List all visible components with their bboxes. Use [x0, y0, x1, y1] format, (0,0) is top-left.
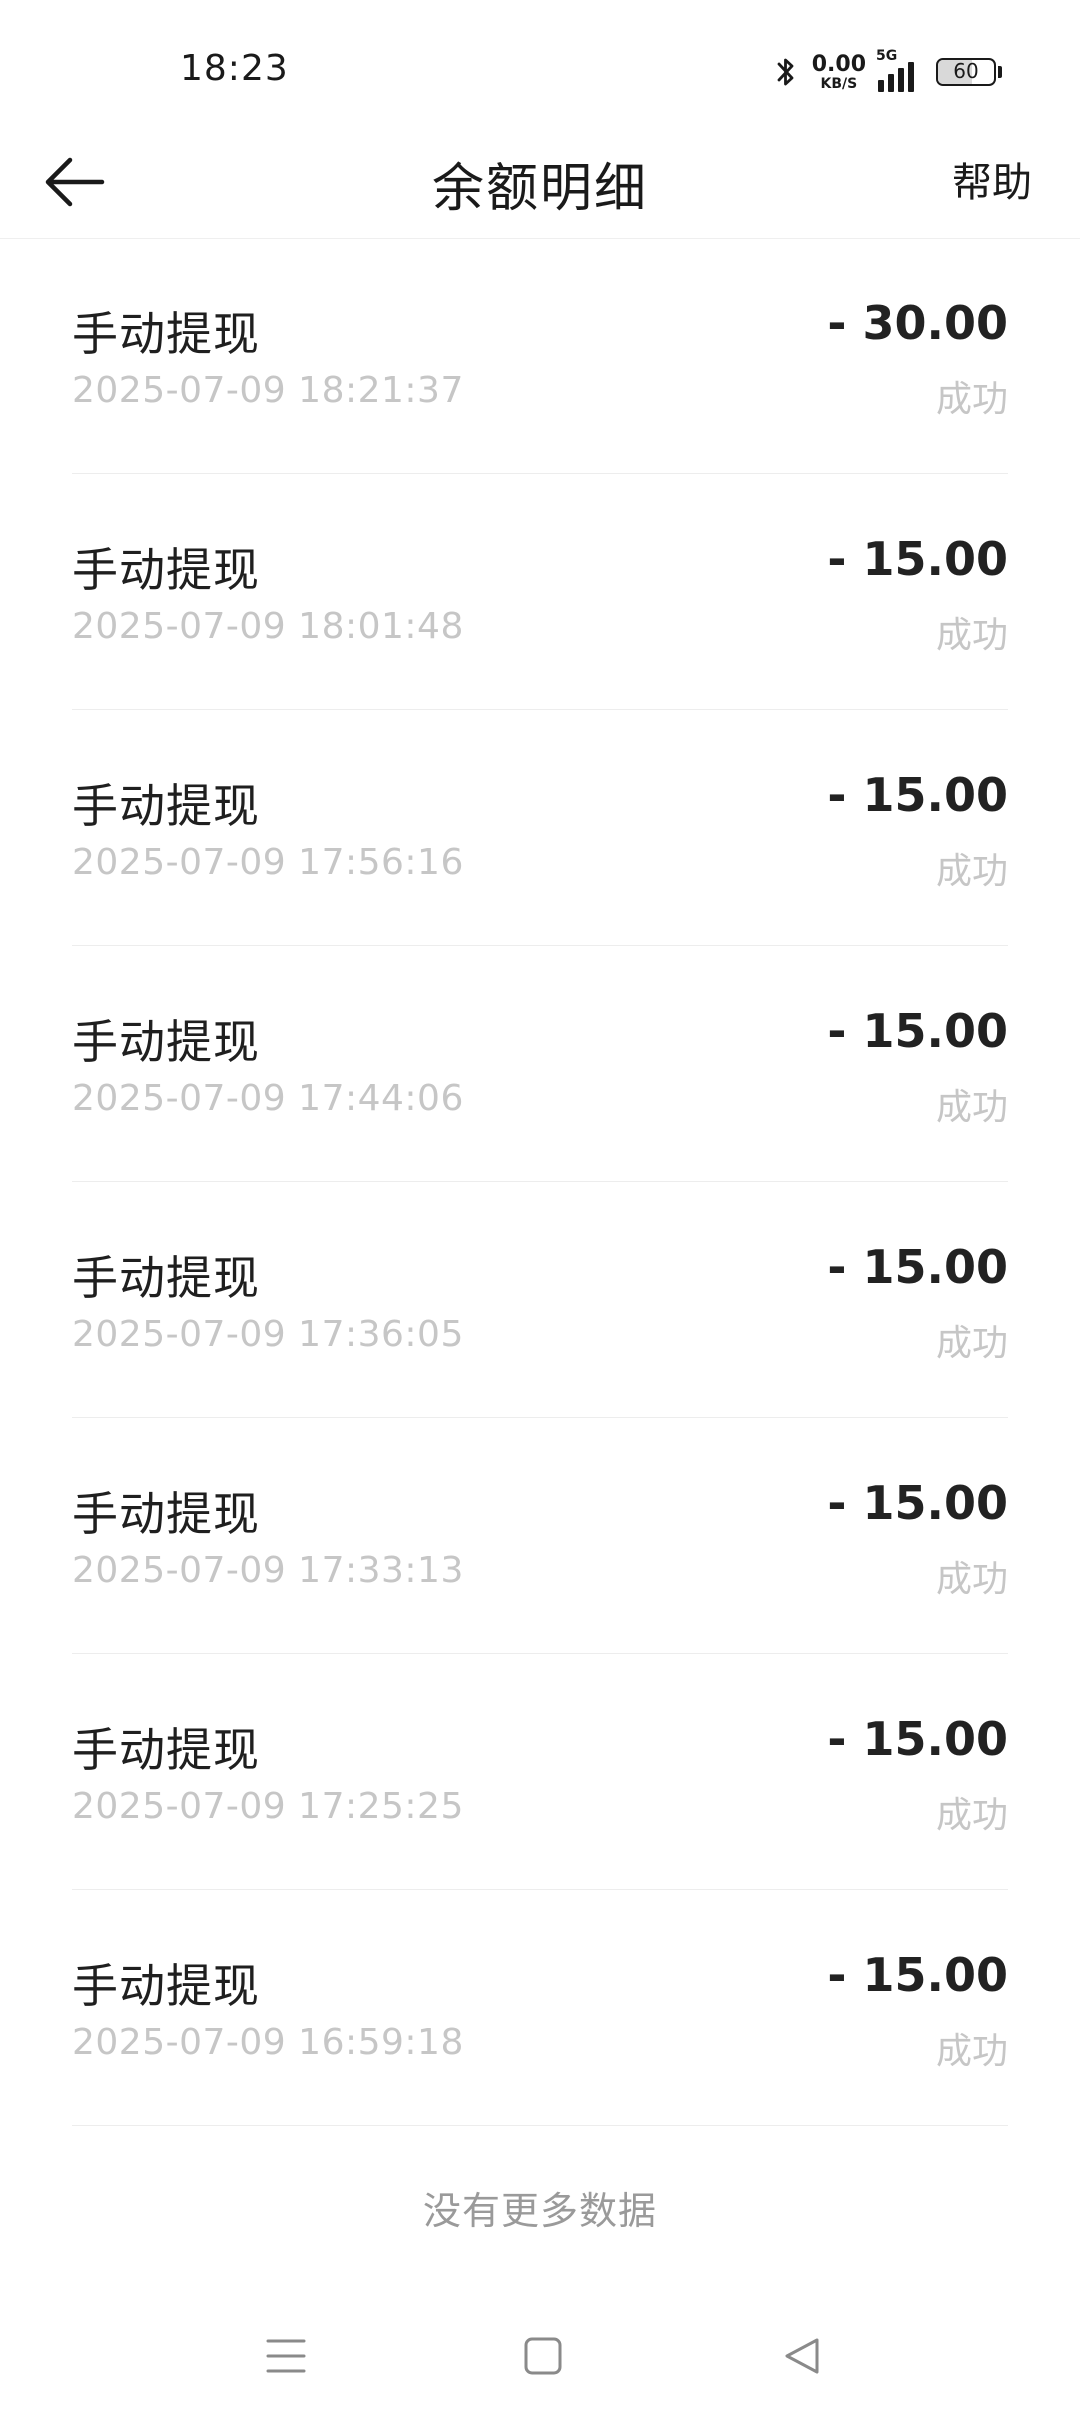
status-icons: 0.00 KB/S 5G 60	[776, 48, 1002, 94]
transaction-status: 成功	[935, 1795, 1008, 1836]
battery-icon: 60	[936, 58, 996, 86]
header-bar: 余额明细 帮助	[0, 120, 1080, 239]
page-title: 余额明细	[431, 159, 648, 219]
system-nav-bar	[0, 2300, 1080, 2412]
signal-icon: 5G	[876, 48, 914, 92]
no-more-data-text: 没有更多数据	[422, 2189, 657, 2233]
transaction-status: 成功	[935, 2031, 1008, 2072]
nav-home-button[interactable]	[507, 2320, 579, 2392]
list-item[interactable]: 手动提现 2025-07-09 17:44:06 - 15.00 成功	[72, 946, 1008, 1182]
transaction-amount: - 15.00	[827, 1712, 1008, 1766]
status-bar: 18:23 0.00 KB/S 5G 60	[0, 0, 1080, 140]
bluetooth-icon	[776, 55, 796, 89]
transaction-time: 2025-07-09 16:59:18	[72, 2022, 464, 2063]
transaction-list: 手动提现 2025-07-09 18:21:37 - 30.00 成功 手动提现…	[72, 238, 1008, 2126]
transaction-title: 手动提现	[72, 779, 260, 833]
transaction-title: 手动提现	[72, 1487, 260, 1541]
status-time: 18:23	[180, 48, 289, 89]
list-item[interactable]: 手动提现 2025-07-09 17:33:13 - 15.00 成功	[72, 1418, 1008, 1654]
list-item[interactable]: 手动提现 2025-07-09 18:01:48 - 15.00 成功	[72, 474, 1008, 710]
transaction-time: 2025-07-09 17:25:25	[72, 1786, 464, 1827]
transaction-time: 2025-07-09 17:44:06	[72, 1078, 464, 1119]
transaction-amount: - 15.00	[827, 1004, 1008, 1058]
transaction-time: 2025-07-09 17:56:16	[72, 842, 464, 883]
transaction-time: 2025-07-09 18:21:37	[72, 370, 464, 411]
list-item[interactable]: 手动提现 2025-07-09 17:25:25 - 15.00 成功	[72, 1654, 1008, 1890]
home-square-icon	[524, 2337, 562, 2375]
nav-back-button[interactable]	[766, 2320, 838, 2392]
net-speed-value: 0.00	[811, 51, 866, 77]
transaction-status: 成功	[935, 615, 1008, 656]
list-item[interactable]: 手动提现 2025-07-09 17:56:16 - 15.00 成功	[72, 710, 1008, 946]
transaction-amount: - 15.00	[827, 1948, 1008, 2002]
transaction-title: 手动提现	[72, 543, 260, 597]
transaction-title: 手动提现	[72, 1015, 260, 1069]
transaction-title: 手动提现	[72, 1251, 260, 1305]
list-item[interactable]: 手动提现 2025-07-09 16:59:18 - 15.00 成功	[72, 1890, 1008, 2126]
transaction-status: 成功	[935, 851, 1008, 892]
battery-level: 60	[953, 59, 979, 83]
transaction-amount: - 15.00	[827, 532, 1008, 586]
net-speed-unit: KB/S	[820, 75, 858, 92]
transaction-amount: - 30.00	[827, 296, 1008, 350]
back-triangle-icon	[785, 2338, 819, 2374]
transaction-title: 手动提现	[72, 307, 260, 361]
transaction-amount: - 15.00	[827, 768, 1008, 822]
transaction-amount: - 15.00	[827, 1240, 1008, 1294]
transaction-time: 2025-07-09 17:33:13	[72, 1550, 464, 1591]
transaction-status: 成功	[935, 379, 1008, 420]
menu-icon	[266, 2339, 306, 2373]
transaction-title: 手动提现	[72, 1723, 260, 1777]
transaction-time: 2025-07-09 17:36:05	[72, 1314, 464, 1355]
transaction-title: 手动提现	[72, 1959, 260, 2013]
network-type: 5G	[876, 48, 898, 64]
net-speed: 0.00 KB/S	[811, 51, 866, 92]
list-item[interactable]: 手动提现 2025-07-09 18:21:37 - 30.00 成功	[72, 238, 1008, 474]
transaction-status: 成功	[935, 1087, 1008, 1128]
transaction-amount: - 15.00	[827, 1476, 1008, 1530]
help-button[interactable]: 帮助	[952, 150, 1032, 208]
nav-menu-button[interactable]	[250, 2320, 322, 2392]
transaction-status: 成功	[935, 1323, 1008, 1364]
transaction-status: 成功	[935, 1559, 1008, 1600]
transaction-time: 2025-07-09 18:01:48	[72, 606, 464, 647]
battery-tip	[998, 66, 1002, 78]
list-item[interactable]: 手动提现 2025-07-09 17:36:05 - 15.00 成功	[72, 1182, 1008, 1418]
